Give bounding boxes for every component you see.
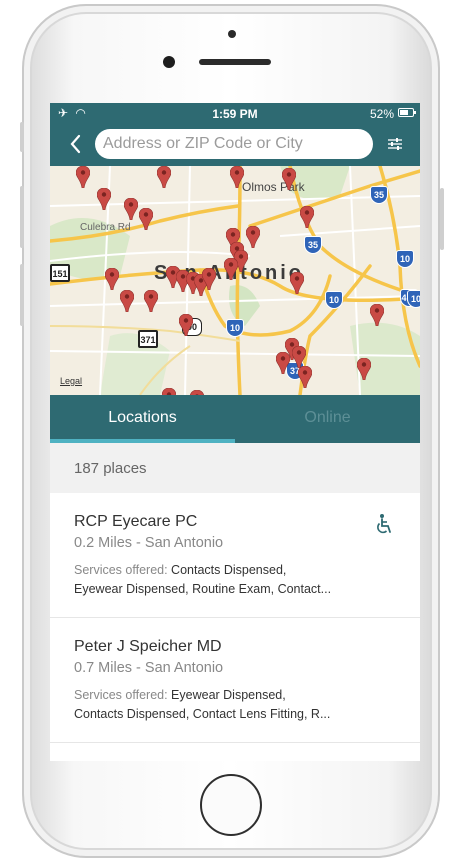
location-services: Services offered: Eyewear Dispensed, Cont…: [74, 686, 374, 724]
services-label: Services offered:: [74, 688, 168, 702]
map-pin-icon[interactable]: [202, 268, 216, 290]
location-distance: 0.2 Miles - San Antonio: [74, 535, 224, 551]
battery-percent: 52%: [369, 107, 394, 121]
highway-shield: 10: [226, 319, 244, 337]
home-button[interactable]: [200, 774, 262, 836]
list-item[interactable]: RCP Eyecare PC 0.2 Miles - San Antonio S…: [50, 493, 420, 618]
mute-switch: [20, 122, 24, 152]
locations-list: RCP Eyecare PC 0.2 Miles - San Antonio S…: [50, 493, 420, 761]
services-line1: Contacts Dispensed,: [167, 563, 287, 577]
highway-shield: 10: [396, 250, 414, 268]
map-pin-icon[interactable]: [120, 290, 134, 312]
location-name: RCP Eyecare PC: [74, 513, 198, 530]
map-pin-icon[interactable]: [124, 198, 138, 220]
map-pin-icon[interactable]: [292, 346, 306, 368]
map-pin-icon[interactable]: [282, 168, 296, 190]
battery-icon: [398, 108, 416, 117]
map-pin-icon[interactable]: [76, 166, 90, 188]
map-pin-icon[interactable]: [162, 388, 176, 395]
location-services: Services offered: Contacts Dispensed, Eye…: [74, 561, 374, 599]
tab-locations[interactable]: Locations: [50, 395, 235, 443]
filter-sliders-icon[interactable]: [387, 136, 403, 152]
volume-down-button: [20, 264, 24, 326]
back-chevron-icon[interactable]: [68, 132, 86, 156]
volume-up-button: [20, 186, 24, 248]
search-input[interactable]: [95, 129, 373, 159]
services-line2: Eyewear Dispensed, Routine Exam, Contact…: [74, 582, 332, 596]
search-bar: [50, 123, 420, 166]
map-pin-icon[interactable]: [157, 166, 171, 188]
map-view[interactable]: Olmos Park Culebra Rd San Antonio Legal …: [50, 166, 420, 395]
results-count: 187 places: [74, 460, 147, 477]
highway-shield: 151: [50, 264, 70, 282]
highway-shield: 35: [304, 236, 322, 254]
map-pin-icon[interactable]: [357, 358, 371, 380]
map-pin-icon[interactable]: [300, 206, 314, 228]
front-camera: [163, 56, 175, 68]
location-name: Peter J Speicher MD: [74, 638, 222, 655]
status-time: 1:59 PM: [212, 107, 258, 121]
highway-shield: 35: [370, 186, 388, 204]
highway-shield: 10: [407, 290, 420, 308]
app-screen: ✈ ◠ 1:59 PM 52% Address or ZIP Code or C…: [50, 103, 420, 761]
map-pin-icon[interactable]: [246, 226, 260, 248]
status-bar: ✈ ◠ 1:59 PM 52%: [50, 103, 420, 123]
highway-shield: 371: [138, 330, 158, 348]
map-label-culebra-rd: Culebra Rd: [80, 222, 131, 233]
results-count-row: 187 places: [50, 443, 420, 493]
map-pin-icon[interactable]: [179, 314, 193, 336]
map-pin-icon[interactable]: [224, 258, 238, 280]
highway-shield: 10: [325, 291, 343, 309]
tab-online[interactable]: Online: [235, 395, 420, 443]
services-line1: Eyewear Dispensed,: [167, 688, 286, 702]
list-item[interactable]: Peter J Speicher MD 0.7 Miles - San Anto…: [50, 618, 420, 743]
tab-bar: Locations Online: [50, 395, 420, 443]
map-pin-icon[interactable]: [144, 290, 158, 312]
map-pin-icon[interactable]: [370, 304, 384, 326]
wheelchair-accessible-icon: [375, 513, 393, 535]
services-line2: Contacts Dispensed, Contact Lens Fitting…: [74, 707, 331, 721]
map-pin-icon[interactable]: [290, 272, 304, 294]
location-distance: 0.7 Miles - San Antonio: [74, 660, 224, 676]
camera-dot: [228, 30, 236, 38]
map-legal-link[interactable]: Legal: [60, 376, 82, 386]
map-pin-icon[interactable]: [139, 208, 153, 230]
services-label: Services offered:: [74, 563, 168, 577]
map-pin-icon[interactable]: [230, 166, 244, 188]
map-pin-icon[interactable]: [298, 366, 312, 388]
power-button: [440, 188, 444, 250]
earpiece-speaker: [199, 59, 271, 65]
map-pin-icon[interactable]: [276, 352, 290, 374]
map-pin-icon[interactable]: [105, 268, 119, 290]
map-pin-icon[interactable]: [97, 188, 111, 210]
